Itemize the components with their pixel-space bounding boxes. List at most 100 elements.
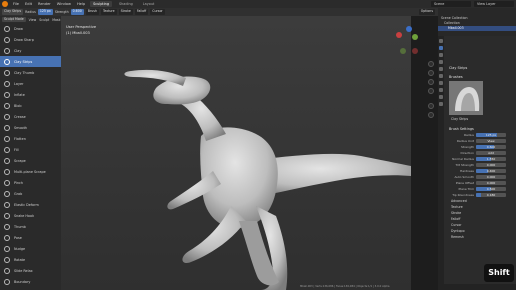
tool-clay[interactable]: Clay (0, 45, 61, 56)
tool-rotate[interactable]: Rotate (0, 254, 61, 265)
tool-brush-icon (4, 256, 10, 263)
prop-value-field[interactable]: Add (476, 150, 506, 156)
brush-name-field[interactable]: Clay Strips (446, 116, 516, 122)
menu-help[interactable]: Help (76, 2, 86, 6)
strength-field[interactable]: 0.600 (70, 9, 84, 15)
pan-hand-icon[interactable] (428, 70, 434, 76)
tool-nudge[interactable]: Nudge (0, 243, 61, 254)
tool-pinch[interactable]: Pinch (0, 177, 61, 188)
scene-selector[interactable]: Scene (431, 1, 471, 7)
tool-elastic-deform[interactable]: Elastic Deform (0, 199, 61, 210)
tool-fill[interactable]: Fill (0, 144, 61, 155)
blender-logo-icon[interactable] (2, 1, 8, 7)
data-tab-icon[interactable] (439, 95, 443, 99)
zoom-icon[interactable] (428, 61, 434, 67)
tool-thumb[interactable]: Thumb (0, 221, 61, 232)
sculpt-model-raptor[interactable] (61, 16, 411, 290)
menu-file[interactable]: File (12, 2, 20, 6)
output-tab-icon[interactable] (439, 60, 443, 64)
brush-icon[interactable] (428, 103, 434, 109)
tool-label: Fill (14, 147, 19, 152)
mode-selector[interactable]: Sculpt Mode (2, 16, 26, 23)
prop-value-field[interactable]: 0.000 (476, 174, 506, 180)
menu-sculpt[interactable]: Sculpt (39, 18, 49, 22)
brushes-section-header[interactable]: Brushes (446, 74, 516, 80)
tool-scrape[interactable]: Scrape (0, 155, 61, 166)
tool-smooth[interactable]: Smooth (0, 122, 61, 133)
tool-brush-icon (4, 36, 10, 43)
object-row[interactable]: Mball.003 (438, 26, 516, 31)
tool-draw[interactable]: Draw (0, 23, 61, 34)
prop-value-field[interactable]: 0.180 (476, 192, 506, 198)
prop-value-field[interactable]: 0.400 (476, 168, 506, 174)
view-layer-selector[interactable]: View Layer (474, 1, 514, 7)
menu-falloff[interactable]: Falloff (134, 9, 149, 15)
prop-value: 0.500 (486, 186, 496, 191)
workspace-tab-shading[interactable]: Shading (116, 1, 136, 7)
menu-texture[interactable]: Texture (100, 9, 117, 15)
tool-brush-icon (4, 190, 10, 197)
prop-value: 1.550 (486, 156, 496, 161)
grid-icon[interactable] (428, 88, 434, 94)
tool-boundary[interactable]: Boundary (0, 276, 61, 287)
brush-selector[interactable]: Clay Strips (2, 9, 24, 15)
menu-edit[interactable]: Edit (24, 2, 33, 6)
subpanel-remesh[interactable]: Remesh (446, 234, 516, 240)
render-tab-icon[interactable] (439, 53, 443, 57)
options-menu[interactable]: Options (418, 9, 435, 15)
prop-value-field[interactable]: 0.500 (476, 186, 506, 192)
tool-clay-strips[interactable]: Clay Strips (0, 56, 61, 67)
active-tool-tab-icon[interactable] (439, 46, 443, 50)
tool-label: Pose (14, 235, 22, 240)
tool-inflate[interactable]: Inflate (0, 89, 61, 100)
object-tab-icon[interactable] (439, 81, 443, 85)
tool-layer[interactable]: Layer (0, 78, 61, 89)
menu-render[interactable]: Render (37, 2, 52, 6)
tool-label: Boundary (14, 279, 31, 284)
tool-brush-icon (4, 179, 10, 186)
radius-field[interactable]: 125 px (37, 9, 53, 15)
menu-view[interactable]: View (29, 18, 37, 22)
tool-tab-icon[interactable] (439, 39, 443, 43)
world-tab-icon[interactable] (439, 74, 443, 78)
tool-brush-icon (4, 223, 10, 230)
prop-value-field[interactable]: 0.000 (476, 180, 506, 186)
tool-snake-hook[interactable]: Snake Hook (0, 210, 61, 221)
tool-brush-icon (4, 212, 10, 219)
tool-multi-plane-scrape[interactable]: Multi-plane Scrape (0, 166, 61, 177)
tool-pose[interactable]: Pose (0, 232, 61, 243)
tool-label: Nudge (14, 246, 26, 251)
value-fill (476, 192, 482, 198)
menu-window[interactable]: Window (56, 2, 72, 6)
workspace-tab-sculpting[interactable]: Sculpting (90, 1, 112, 7)
prop-value-field[interactable]: 125 px (476, 132, 506, 138)
tool-clay-thumb[interactable]: Clay Thumb (0, 67, 61, 78)
menu-cursor[interactable]: Cursor (150, 9, 165, 15)
menu-stroke[interactable]: Stroke (118, 9, 133, 15)
modifier-tab-icon[interactable] (439, 88, 443, 92)
tool-blob[interactable]: Blob (0, 100, 61, 111)
prop-value-field[interactable]: View (476, 138, 506, 144)
navigation-gizmo-icon[interactable] (389, 25, 425, 61)
outliner-panel: Scene Collection Collection Mball.003 (438, 8, 516, 36)
3d-viewport[interactable]: User Perspective (1) Mball.003 (61, 16, 411, 290)
tool-crease[interactable]: Crease (0, 111, 61, 122)
material-tab-icon[interactable] (439, 102, 443, 106)
brush-preview-thumbnail[interactable] (449, 81, 483, 115)
camera-icon[interactable] (428, 79, 434, 85)
menu-mask[interactable]: Mask (52, 18, 60, 22)
tool-draw-sharp[interactable]: Draw Sharp (0, 34, 61, 45)
tool-label: Slide Relax (14, 268, 33, 273)
tool-slide-relax[interactable]: Slide Relax (0, 265, 61, 276)
workspace-tab-layout[interactable]: Layout (140, 1, 158, 7)
menu-brush[interactable]: Brush (85, 9, 99, 15)
symmetry-icon[interactable] (428, 112, 434, 118)
scene-tab-icon[interactable] (439, 67, 443, 71)
tool-label: Multi-plane Scrape (14, 169, 46, 174)
tool-header: Clay Strips Radius 125 px Strength 0.600… (0, 8, 438, 16)
tool-flatten[interactable]: Flatten (0, 133, 61, 144)
prop-value-field[interactable]: 0.000 (476, 162, 506, 168)
prop-value-field[interactable]: 0.600 (476, 144, 506, 150)
prop-value-field[interactable]: 1.550 (476, 156, 506, 162)
tool-grab[interactable]: Grab (0, 188, 61, 199)
